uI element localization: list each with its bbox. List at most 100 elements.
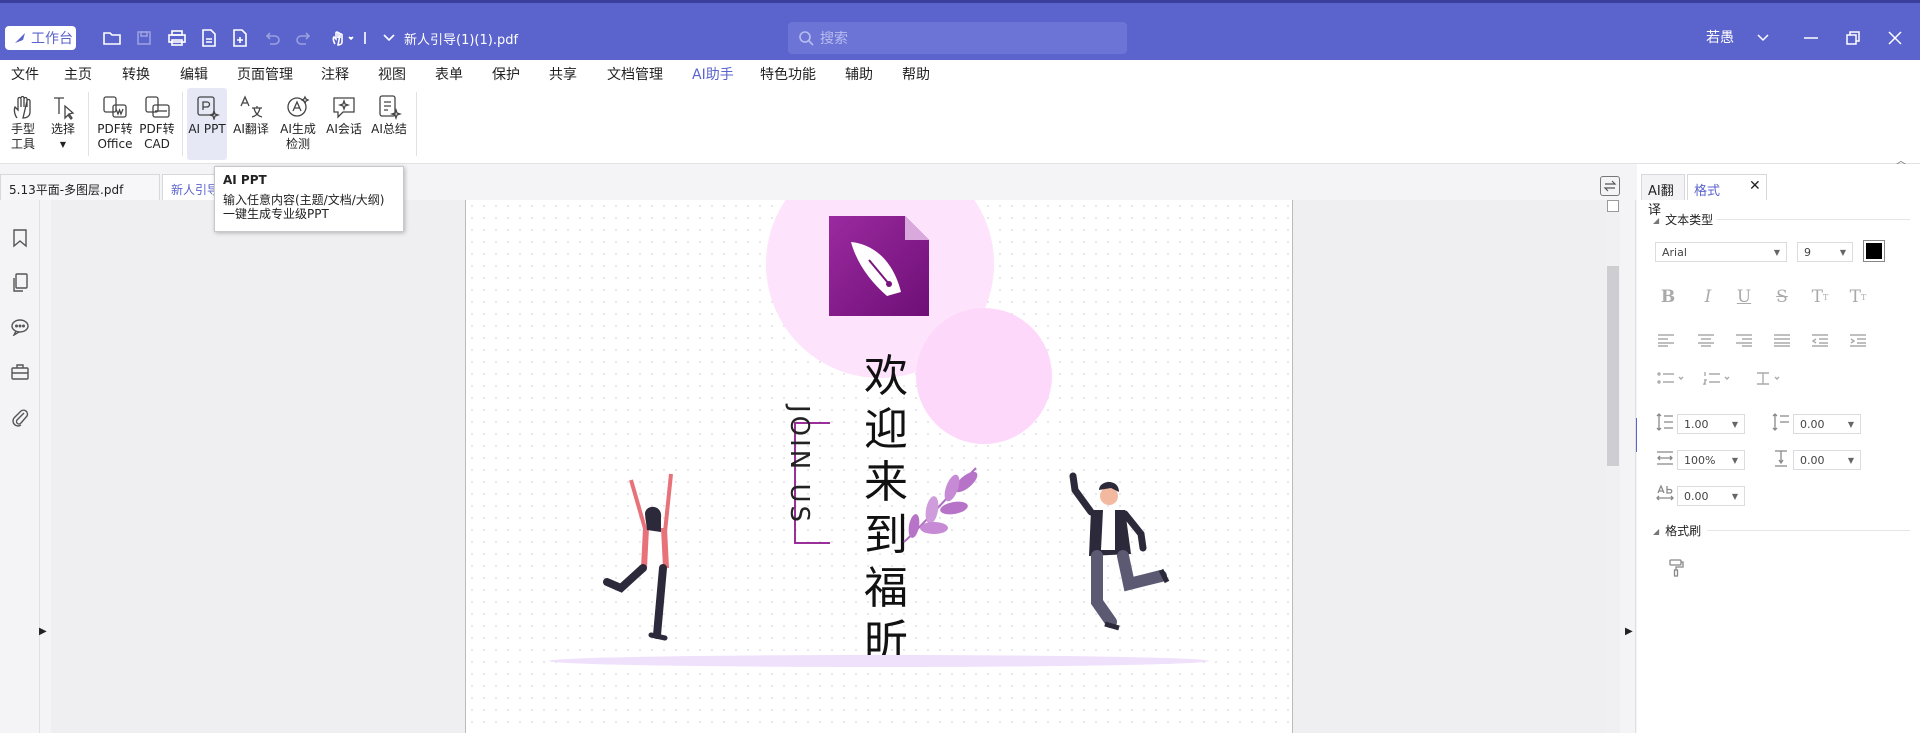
attachments-case-button[interactable] bbox=[8, 360, 32, 384]
section-text-type[interactable]: 文本类型 bbox=[1653, 211, 1713, 228]
ai-summary-button[interactable]: AI总结 bbox=[369, 88, 409, 160]
leaf-branch-icon bbox=[903, 467, 978, 543]
section-divider bbox=[1707, 530, 1910, 531]
scrollbar-thumb[interactable] bbox=[1607, 266, 1619, 466]
add-page-icon bbox=[233, 29, 247, 47]
section-format-painter[interactable]: 格式刷 bbox=[1653, 522, 1701, 539]
baseline-offset-select[interactable]: 0.00 ▼ bbox=[1793, 450, 1861, 470]
menu-page-manage[interactable]: 页面管理 bbox=[237, 64, 293, 84]
bold-button[interactable]: B bbox=[1657, 286, 1679, 308]
close-window-button[interactable] bbox=[1880, 23, 1910, 53]
page-fit-toggle-button[interactable] bbox=[1600, 176, 1620, 196]
italic-button[interactable]: I bbox=[1697, 286, 1719, 308]
menu-share[interactable]: 共享 bbox=[549, 64, 577, 84]
ai-detect-button[interactable]: AI生成 检测 bbox=[277, 88, 319, 160]
strikethrough-button[interactable]: S bbox=[1771, 286, 1793, 308]
line-spacing-value: 1.00 bbox=[1684, 417, 1709, 431]
align-left-button[interactable] bbox=[1655, 329, 1677, 351]
tooltip-line-1: 输入任意内容(主题/文档/大纲) bbox=[223, 193, 385, 207]
redo-button[interactable] bbox=[290, 25, 318, 51]
menu-form[interactable]: 表单 bbox=[435, 64, 463, 84]
restore-button[interactable] bbox=[1838, 23, 1868, 53]
pdf-to-cad-button[interactable]: PDF转 CAD bbox=[138, 88, 176, 160]
new-doc-button[interactable] bbox=[195, 25, 223, 51]
search-input[interactable]: 搜索 bbox=[788, 22, 1127, 54]
paragraph-spacing-select[interactable]: 0.00 ▼ bbox=[1793, 414, 1861, 434]
ai-ppt-button[interactable]: AI PPT bbox=[187, 88, 227, 160]
comments-panel-button[interactable] bbox=[8, 315, 32, 339]
numbered-list-icon bbox=[1703, 372, 1730, 385]
tooltip-line-2: 一键生成专业级PPT bbox=[223, 207, 329, 221]
underline-button[interactable]: U bbox=[1733, 286, 1755, 308]
font-size-select[interactable]: 9 ▼ bbox=[1797, 242, 1853, 262]
join-us-text: JOIN US bbox=[784, 405, 814, 526]
minimize-button[interactable] bbox=[1796, 23, 1826, 53]
workbench-label: 工作台 bbox=[31, 31, 73, 47]
ai-translate-icon bbox=[240, 95, 263, 118]
menu-view[interactable]: 视图 bbox=[378, 64, 406, 84]
tab-format-label: 格式 bbox=[1694, 184, 1721, 199]
menu-doc-manage[interactable]: 文档管理 bbox=[607, 64, 663, 84]
bookmark-panel-button[interactable] bbox=[8, 226, 32, 250]
close-panel-icon[interactable]: ✕ bbox=[1749, 178, 1761, 194]
horizontal-scale-select[interactable]: 100% ▼ bbox=[1677, 450, 1745, 470]
caret-down-icon: ▼ bbox=[1731, 419, 1738, 429]
toolbar-divider bbox=[360, 25, 370, 51]
text-direction-icon bbox=[1757, 372, 1780, 385]
vertical-scrollbar[interactable] bbox=[1606, 200, 1620, 733]
caret-down-icon: ▼ bbox=[1731, 455, 1738, 465]
hand-tool-button[interactable]: 手型 工具 bbox=[6, 88, 40, 160]
search-icon bbox=[799, 31, 814, 46]
chevron-down-icon[interactable] bbox=[382, 33, 396, 43]
scroll-top-box[interactable] bbox=[1607, 200, 1619, 212]
document-canvas: 欢迎来到福昕 JOIN US bbox=[51, 200, 1644, 733]
align-center-button[interactable] bbox=[1695, 329, 1717, 351]
attachment-panel-button[interactable] bbox=[8, 405, 32, 429]
user-name[interactable]: 若愚 bbox=[1706, 27, 1734, 47]
tab-ai-translate[interactable]: AI翻译 bbox=[1641, 174, 1685, 218]
account-dropdown-button[interactable] bbox=[1748, 23, 1778, 53]
menu-accessibility[interactable]: 辅助 bbox=[845, 64, 873, 84]
menu-convert[interactable]: 转换 bbox=[122, 64, 150, 84]
menu-edit[interactable]: 编辑 bbox=[180, 64, 208, 84]
menu-ai-assistant[interactable]: AI助手 bbox=[692, 64, 734, 88]
paperclip-icon bbox=[12, 409, 29, 427]
print-button[interactable] bbox=[163, 25, 191, 51]
pdf-to-office-button[interactable]: PDF转 Office bbox=[96, 88, 134, 160]
menu-home[interactable]: 主页 bbox=[64, 64, 92, 84]
menu-file[interactable]: 文件 bbox=[11, 64, 39, 84]
hand-tool-dropdown[interactable] bbox=[326, 25, 362, 51]
menu-features[interactable]: 特色功能 bbox=[760, 64, 816, 84]
ai-translate-button[interactable]: AI翻译 bbox=[231, 88, 271, 160]
subscript-button[interactable]: TT bbox=[1847, 286, 1869, 308]
redo-icon bbox=[296, 32, 311, 45]
text-color-swatch[interactable] bbox=[1863, 240, 1885, 262]
select-caret-icon: ▼ bbox=[59, 140, 67, 149]
indent-decrease-button[interactable] bbox=[1809, 329, 1831, 351]
format-painter-button[interactable] bbox=[1667, 558, 1687, 578]
doc-tab-1[interactable]: 5.13平面-多图层.pdf bbox=[0, 174, 160, 200]
font-family-select[interactable]: Arial ▼ bbox=[1655, 242, 1787, 262]
select-tool-button[interactable]: 选择 ▼ bbox=[48, 88, 78, 160]
menu-comment[interactable]: 注释 bbox=[321, 64, 349, 84]
align-right-button[interactable] bbox=[1733, 329, 1755, 351]
numbered-list-dropdown[interactable] bbox=[1701, 367, 1735, 389]
open-folder-button[interactable] bbox=[98, 25, 126, 51]
character-spacing-select[interactable]: 0.00 ▼ bbox=[1677, 486, 1745, 506]
save-button[interactable] bbox=[130, 25, 158, 51]
workbench-button[interactable]: 工作台 bbox=[5, 26, 76, 50]
add-page-button[interactable] bbox=[226, 25, 254, 51]
menu-help[interactable]: 帮助 bbox=[902, 64, 930, 84]
pages-panel-button[interactable] bbox=[8, 271, 32, 295]
bullet-list-dropdown[interactable] bbox=[1655, 367, 1689, 389]
line-spacing-select[interactable]: 1.00 ▼ bbox=[1677, 414, 1745, 434]
indent-increase-button[interactable] bbox=[1847, 329, 1869, 351]
collapse-right-panel-icon[interactable]: ▶ bbox=[1625, 626, 1633, 637]
justify-button[interactable] bbox=[1771, 329, 1793, 351]
menu-protect[interactable]: 保护 bbox=[492, 64, 520, 84]
ai-chat-button[interactable]: AI会话 bbox=[324, 88, 364, 160]
undo-button[interactable] bbox=[258, 25, 286, 51]
expand-left-panel-icon[interactable]: ▶ bbox=[39, 626, 47, 637]
superscript-button[interactable]: TT bbox=[1809, 286, 1831, 308]
text-direction-dropdown[interactable] bbox=[1753, 367, 1787, 389]
